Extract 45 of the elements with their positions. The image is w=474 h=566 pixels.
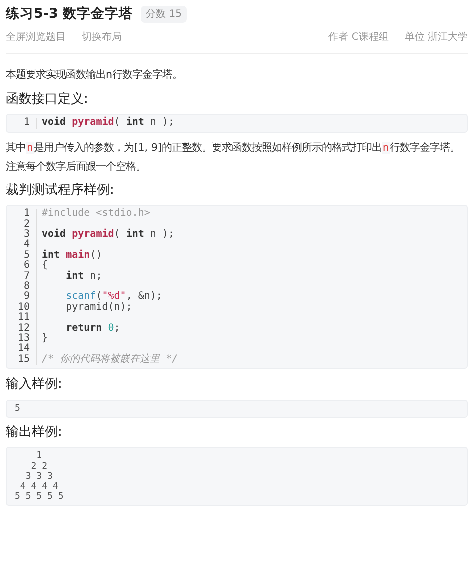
code-line: void pyramid( int n ); <box>41 230 174 240</box>
section-heading: 函数接口定义: <box>6 90 90 109</box>
toolbar-link[interactable]: 切换布局 <box>82 30 122 46</box>
sample-line: 3 3 3 <box>24 472 53 482</box>
code-line: scanf("%d", &n); <box>65 292 162 302</box>
sample-line: 2 2 <box>30 462 48 472</box>
description-text: 本题要求实现函数输出n行数字金字塔。 <box>6 68 184 84</box>
score-badge: 分数 15 <box>141 6 187 23</box>
section-heading: 输入样例: <box>6 376 64 394</box>
description-paragraph: 其中 n是用户传入的参数，为[1, 9]的正整数。要求函数按照如样例所示的格式打印出 n行数字金字塔。注意每个数字后面跟一个空格。 <box>6 140 462 175</box>
line-number: 8 <box>7 282 37 292</box>
code-line: return 0; <box>65 324 120 334</box>
line-number: 2 <box>7 220 37 230</box>
sample-line: 5 <box>15 404 20 414</box>
line-number: 14 <box>7 344 37 355</box>
line-number: 4 <box>7 240 37 251</box>
line-number: 3 <box>7 230 37 240</box>
meta-info: 作者 C课程组 <box>328 30 389 46</box>
sample-line: 5 5 5 5 5 <box>15 492 64 502</box>
code-line: void pyramid( int n ); <box>41 118 174 129</box>
code-line: pyramid(n); <box>65 302 132 314</box>
code-line: int main() <box>41 250 102 261</box>
toolbar-link[interactable]: 全屏浏览题目 <box>6 30 66 46</box>
sample-line: 1 <box>36 451 42 462</box>
line-number: 9 <box>7 292 37 303</box>
line-number: 1 <box>7 118 37 129</box>
line-number: 7 <box>7 272 37 282</box>
line-number: 12 <box>7 324 37 334</box>
line-number: 6 <box>7 261 37 272</box>
problem-title: 练习5-3 数字金字塔 <box>6 5 134 24</box>
meta-info: 单位 浙江大学 <box>404 30 468 46</box>
code-line: int n; <box>65 272 102 282</box>
line-number: 5 <box>7 250 37 262</box>
code-line: /* 你的代码将被嵌在这里 */ <box>41 354 178 366</box>
sample-line: 4 4 4 4 <box>19 482 58 492</box>
section-heading: 输出样例: <box>6 424 64 442</box>
line-number: 15 <box>7 354 37 366</box>
line-number: 1 <box>7 209 37 220</box>
code-line: #include <stdio.h> <box>41 209 150 220</box>
code-line: { <box>41 261 48 272</box>
section-heading: 裁判测试程序样例: <box>6 182 116 200</box>
line-number: 13 <box>7 334 37 344</box>
line-number: 11 <box>7 313 37 324</box>
line-number: 10 <box>7 302 37 314</box>
code-line: } <box>41 334 48 344</box>
